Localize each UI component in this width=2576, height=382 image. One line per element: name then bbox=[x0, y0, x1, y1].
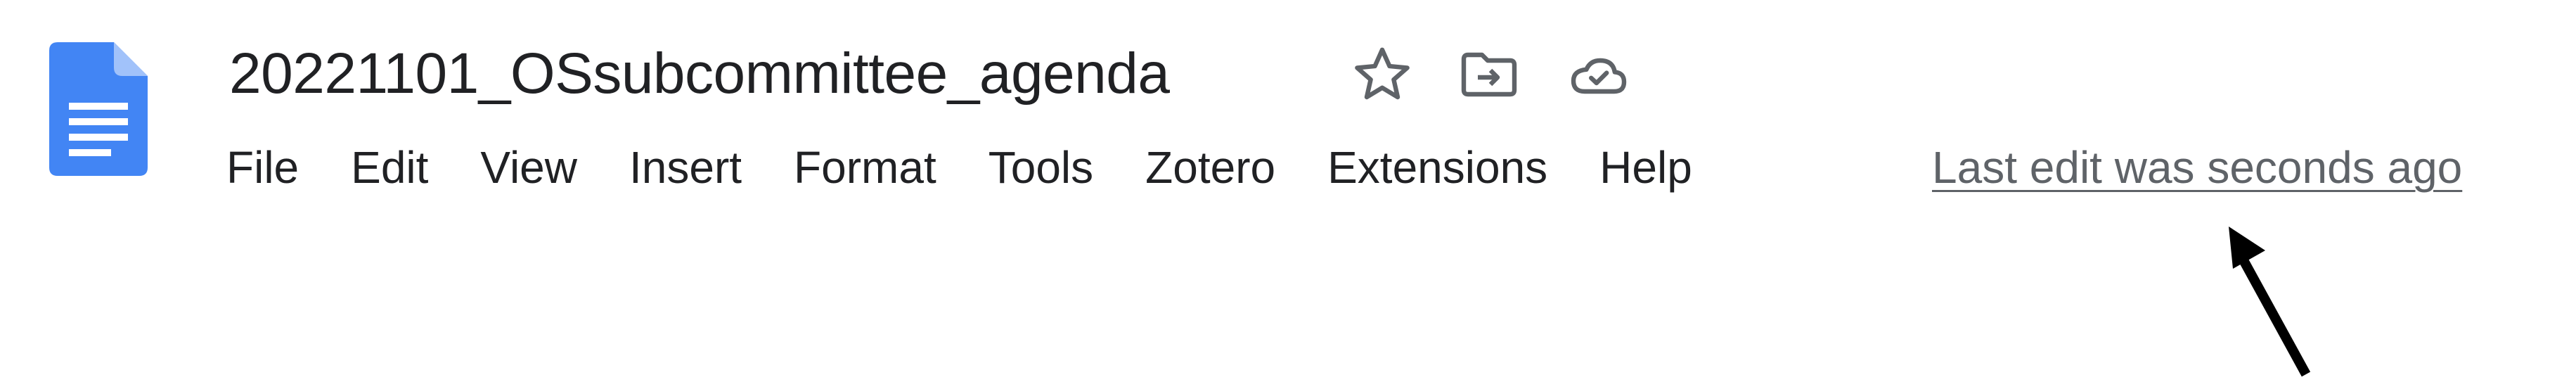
menu-zotero[interactable]: Zotero bbox=[1120, 132, 1302, 203]
menu-edit[interactable]: Edit bbox=[326, 132, 455, 203]
document-title[interactable]: 20221101_OSsubcommittee_agenda bbox=[229, 35, 1170, 113]
menu-view[interactable]: View bbox=[455, 132, 604, 203]
cloud-saved-icon[interactable] bbox=[1565, 41, 1632, 108]
menu-help[interactable]: Help bbox=[1574, 132, 1719, 203]
menu-file[interactable]: File bbox=[226, 132, 326, 203]
menu-insert[interactable]: Insert bbox=[604, 132, 768, 203]
menu-tools[interactable]: Tools bbox=[963, 132, 1120, 203]
menu-extensions[interactable]: Extensions bbox=[1302, 132, 1574, 203]
annotation-arrow bbox=[2215, 218, 2327, 378]
google-docs-icon[interactable] bbox=[49, 42, 148, 176]
last-edit-link[interactable]: Last edit was seconds ago bbox=[1932, 132, 2462, 203]
folder-move-icon[interactable] bbox=[1455, 41, 1523, 108]
menu-format[interactable]: Format bbox=[768, 132, 963, 203]
menu-bar: File Edit View Insert Format Tools Zoter… bbox=[226, 132, 1719, 203]
star-icon[interactable] bbox=[1348, 41, 1416, 108]
